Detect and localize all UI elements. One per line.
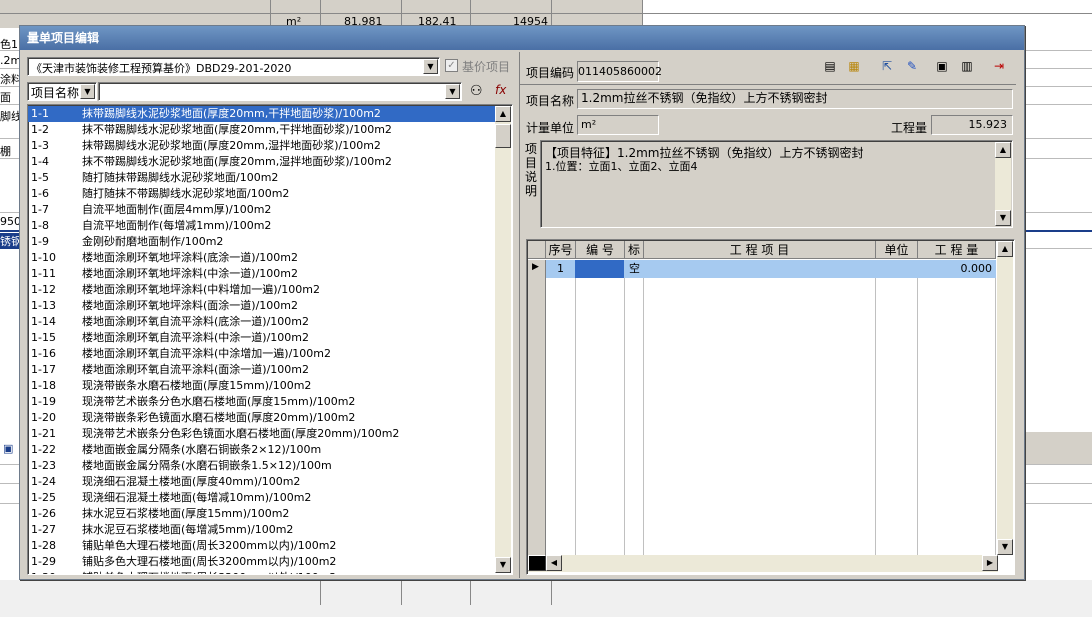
calculator-icon[interactable]: ▤ — [821, 57, 839, 75]
document-icon[interactable]: ▥ — [958, 57, 976, 75]
table-icon[interactable]: ▦ — [845, 57, 863, 75]
list-item[interactable]: 1-6 随打随抹不带踢脚线水泥砂浆地面/100m2 — [28, 186, 496, 202]
scroll-down-icon[interactable]: ▼ — [495, 557, 511, 573]
list-item[interactable]: 1-5 随打随抹带踢脚线水泥砂浆地面/100m2 — [28, 170, 496, 186]
item-code-label: 项目编码 — [526, 66, 575, 80]
table-row[interactable]: ▶ 1 空 0.000 — [532, 260, 996, 278]
list-item[interactable]: 1-9 金刚砂耐磨地面制作/100m2 — [28, 234, 496, 250]
list-item[interactable]: 1-24 现浇细石混凝土楼地面(厚度40mm)/100m2 — [28, 474, 496, 490]
quota-list: 1-1 抹带踢脚线水泥砂浆地面(厚度20mm,干拌地面砂浆)/100m2 1-2 抹不… — [27, 104, 513, 575]
list-item[interactable]: 1-30铺贴单色大理石楼地面(周长3200mm以外)/100m2 — [28, 570, 496, 574]
quota-db-select[interactable]: 《天津市装饰装修工程预算基价》DBD29-201-2020 ▼ — [27, 57, 440, 76]
list-item[interactable]: 1-23 楼地面嵌金属分隔条(水磨石铜嵌条1.5×12)/100m — [28, 458, 496, 474]
list-item[interactable]: 1-17 楼地面涂刷环氧自流平涂料(面涂一道)/100m2 — [28, 362, 496, 378]
list-item[interactable]: 1-7 自流平地面制作(面层4mm厚)/100m2 — [28, 202, 496, 218]
list-item[interactable]: 1-26 抹水泥豆石浆楼地面(厚度15mm)/100m2 — [28, 506, 496, 522]
edit-pen-icon[interactable]: ✎ — [903, 57, 921, 75]
scroll-up-icon[interactable]: ▲ — [495, 106, 511, 122]
list-item[interactable]: 1-22 楼地面嵌金属分隔条(水磨石铜嵌条2×12)/100m — [28, 442, 496, 458]
base-price-checkbox[interactable]: ✓ — [445, 59, 458, 72]
row-pointer-icon: ▶ — [532, 262, 539, 272]
list-item[interactable]: 1-13 楼地面涂刷环氧地坪涂料(面涂一道)/100m2 — [28, 298, 496, 314]
list-item[interactable]: 1-21 现浇带艺术嵌条分色彩色镜面水磨石楼地面(厚度20mm)/100m2 — [28, 426, 496, 442]
grid-hscrollbar[interactable]: ◀ ▶ — [528, 555, 998, 572]
scroll-up-icon[interactable]: ▲ — [997, 241, 1013, 257]
list-item[interactable]: 1-11 楼地面涂刷环氧地坪涂料(中涂一道)/100m2 — [28, 266, 496, 282]
scroll-up-icon[interactable]: ▲ — [995, 142, 1011, 158]
list-item[interactable]: 1-1 抹带踢脚线水泥砂浆地面(厚度20mm,干拌地面砂浆)/100m2 — [28, 106, 496, 122]
scroll-right-icon[interactable]: ▶ — [982, 555, 998, 571]
description-box[interactable]: 【项目特征】1.2mm拉丝不锈钢（免指纹）上方不锈钢密封 1.位置：立面1、立面… — [540, 140, 1013, 228]
list-item[interactable]: 1-16 楼地面涂刷环氧自流平涂料(中涂增加一遍)/100m2 — [28, 346, 496, 362]
item-name-value: 1.2mm拉丝不锈钢（免指纹）上方不锈钢密封 — [577, 89, 1013, 109]
list-scrollbar[interactable]: ▲ ▼ — [495, 106, 511, 573]
list-item[interactable]: 1-18 现浇带嵌条水磨石楼地面(厚度15mm)/100m2 — [28, 378, 496, 394]
scroll-thumb[interactable] — [495, 124, 511, 148]
list-item[interactable]: 1-25 现浇细石混凝土楼地面(每增减10mm)/100m2 — [28, 490, 496, 506]
scroll-down-icon[interactable]: ▼ — [997, 539, 1013, 555]
list-item[interactable]: 1-14 楼地面涂刷环氧自流平涂料(底涂一道)/100m2 — [28, 314, 496, 330]
item-name-label: 项目名称 — [526, 94, 575, 108]
unit-value: m² — [577, 115, 659, 135]
list-item[interactable]: 1-27 抹水泥豆石浆楼地面(每增减5mm)/100m2 — [28, 522, 496, 538]
list-item[interactable]: 1-29 铺贴多色大理石楼地面(周长3200mm以内)/100m2 — [28, 554, 496, 570]
binoculars-search-icon[interactable]: ⚇ — [470, 83, 483, 99]
item-code-value: 011405860002 — [577, 61, 662, 82]
tree-node-icon[interactable]: ▣ — [3, 442, 13, 455]
bill-item-edit-dialog: 量单项目编辑 《天津市装饰装修工程预算基价》DBD29-201-2020 ▼ ✓… — [19, 25, 1025, 580]
search-field-select[interactable]: 项目名称 ▼ — [27, 82, 97, 101]
chevron-down-icon[interactable]: ▼ — [80, 84, 95, 99]
export-icon[interactable]: ⇱ — [878, 57, 896, 75]
scroll-down-icon[interactable]: ▼ — [995, 210, 1011, 226]
exit-icon[interactable]: ⇥ — [990, 57, 1008, 75]
list-item[interactable]: 1-4 抹不带踢脚线水泥砂浆地面(厚度20mm,湿拌地面砂浆)/100m2 — [28, 154, 496, 170]
unit-label: 计量单位 — [526, 121, 575, 135]
quantity-value: 15.923 — [931, 115, 1013, 135]
list-item[interactable]: 1-15 楼地面涂刷环氧自流平涂料(中涂一道)/100m2 — [28, 330, 496, 346]
dialog-title: 量单项目编辑 — [20, 26, 1024, 50]
chevron-down-icon[interactable]: ▼ — [423, 59, 438, 74]
list-item[interactable]: 1-8 自流平地面制作(每增减1mm)/100m2 — [28, 218, 496, 234]
formula-icon[interactable]: fx — [495, 83, 506, 97]
chevron-down-icon[interactable]: ▼ — [445, 84, 460, 99]
list-item[interactable]: 1-2 抹不带踢脚线水泥砂浆地面(厚度20mm,干拌地面砂浆)/100m2 — [28, 122, 496, 138]
base-price-label: 基价项目 — [462, 60, 511, 74]
list-item[interactable]: 1-20 现浇带嵌条彩色镜面水磨石楼地面(厚度20mm)/100m2 — [28, 410, 496, 426]
list-item[interactable]: 1-28 铺贴单色大理石楼地面(周长3200mm以内)/100m2 — [28, 538, 496, 554]
scroll-left-icon[interactable]: ◀ — [546, 555, 562, 571]
description-scrollbar[interactable]: ▲ ▼ — [995, 142, 1011, 226]
quantity-label: 工程量 — [891, 121, 928, 135]
list-item[interactable]: 1-19 现浇带艺术嵌条分色水磨石楼地面(厚度15mm)/100m2 — [28, 394, 496, 410]
list-item[interactable]: 1-12 楼地面涂刷环氧地坪涂料(中料增加一遍)/100m2 — [28, 282, 496, 298]
search-input[interactable]: ▼ — [98, 82, 462, 101]
list-item[interactable]: 1-10 楼地面涂刷环氧地坪涂料(底涂一道)/100m2 — [28, 250, 496, 266]
description-label: 项目说明 — [525, 142, 538, 198]
list-item[interactable]: 1-3 抹带踢脚线水泥砂浆地面(厚度20mm,湿拌地面砂浆)/100m2 — [28, 138, 496, 154]
quota-grid: 序号 编 号 标 工 程 项 目 单位 工 程 量 ▶ 1 空 0.000 ◀ … — [526, 239, 1015, 575]
grid-vscrollbar[interactable]: ▲ ▼ — [997, 241, 1013, 555]
window-icon[interactable]: ▣ — [933, 57, 951, 75]
